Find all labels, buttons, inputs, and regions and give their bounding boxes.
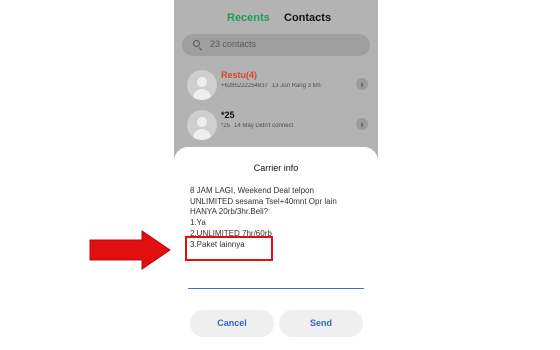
tab-contacts[interactable]: Contacts (284, 12, 331, 24)
chevron-right-icon[interactable]: › (356, 78, 368, 90)
tab-bar: Recents Contacts (174, 12, 378, 28)
contact-number: *25 (221, 123, 231, 129)
tab-recents[interactable]: Recents (227, 12, 270, 24)
avatar-icon (187, 110, 217, 140)
message-line: 1.Ya (190, 218, 206, 228)
send-button[interactable]: Send (279, 310, 363, 337)
call-info: 14 May Didn't connect (234, 123, 294, 129)
contact-detail: *25 14 May Didn't connect (221, 123, 351, 129)
search-icon (193, 40, 203, 52)
dialog-title: Carrier info (253, 163, 299, 173)
contact-number: +6285222254837 (221, 83, 268, 89)
contact-name: *25 (221, 110, 235, 120)
search-input[interactable]: 23 contacts (182, 34, 370, 56)
cancel-button[interactable]: Cancel (190, 310, 274, 337)
contact-row[interactable]: *25 *25 14 May Didn't connect › (174, 107, 378, 147)
contact-name: Restu(4) (221, 70, 258, 80)
avatar-icon (187, 70, 217, 100)
annotation-arrow-icon (89, 230, 171, 270)
contact-detail: +6285222254837 13 Jun Rang 3 tim (221, 83, 351, 89)
search-placeholder: 23 contacts (210, 39, 257, 49)
message-line: 8 JAM LAGI, Weekend Deal telpon (190, 186, 314, 195)
message-line: HANYA 20rb/3hr.Beli? (190, 207, 269, 217)
contact-row[interactable]: Restu(4) +6285222254837 13 Jun Rang 3 tim… (174, 67, 378, 107)
chevron-right-icon[interactable]: › (356, 118, 368, 130)
highlight-box (185, 236, 273, 261)
reply-input[interactable] (188, 288, 364, 289)
call-info: 13 Jun Rang 3 tim (271, 83, 321, 89)
message-line: UNLIMITED sesama Tsel+40mnt Opr lain (190, 196, 337, 206)
